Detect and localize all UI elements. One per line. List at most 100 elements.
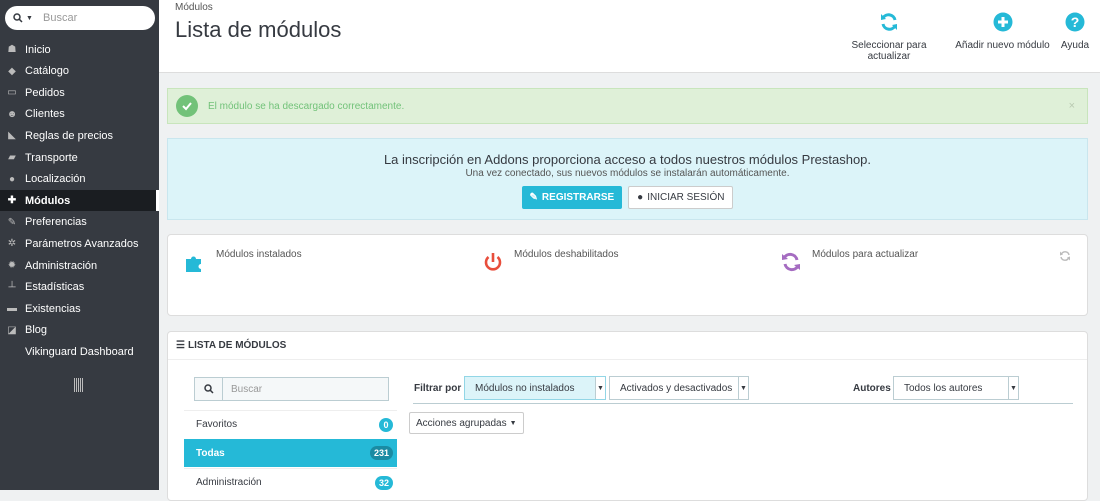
puzzle-icon: ✚ [7,195,17,207]
install-status-value: Módulos no instalados [475,382,575,394]
sidebar-item-estadisticas[interactable]: ┴ Estadísticas [0,277,159,298]
install-status-select[interactable]: Módulos no instalados ▼ [464,376,606,400]
enabled-status-select[interactable]: Activados y desactivados ▼ [609,376,749,400]
sidebar-item-label: Catálogo [25,65,70,78]
sidebar-item-localizacion[interactable]: ● Localización [0,169,159,190]
bulk-actions-button[interactable]: Acciones agrupadas ▼ [409,412,524,434]
sidebar: ▼ Buscar ☗ Inicio ◆ Catálogo ▭ Pedidos ☻ Client… [0,0,159,490]
sidebar-item-label: Estadísticas [25,281,85,294]
sidebar-search-input[interactable]: Buscar [39,12,77,24]
select-to-update-button[interactable]: Seleccionar para actualizar [830,12,948,62]
cog-icon: ✹ [7,260,17,271]
category-label: Administración [196,477,262,488]
modules-list-panel: ☰ LISTA DE MÓDULOS Buscar Favoritos 0 Toda… [167,331,1088,501]
truck-icon: ▰ [8,152,16,163]
category-label: Favoritos [196,419,238,430]
chevron-down-icon: ▼ [595,377,605,399]
add-new-module-label: Añadir nuevo módulo [955,40,1050,51]
refresh-icon [782,252,800,272]
sidebar-item-label: Vikinguard Dashboard [25,345,134,358]
list-icon: ☰ [176,340,185,351]
sidebar-item-pedidos[interactable]: ▭ Pedidos [0,82,159,103]
disabled-modules-label: Módulos deshabilitados [514,249,619,260]
sidebar-item-existencias[interactable]: ▬ Existencias [0,298,159,319]
disabled-modules-stat[interactable]: Módulos deshabilitados [482,249,619,273]
sidebar-item-reglas-de-precios[interactable]: ◣ Reglas de precios [0,125,159,146]
sidebar-search[interactable]: ▼ Buscar [5,6,155,30]
sidebar-item-label: Localización [25,173,86,186]
chevron-down-icon: ▼ [26,14,33,22]
filter-bar: Filtrar por Módulos no instalados ▼ Acti… [413,374,1073,404]
bar-chart-icon: ┴ [8,281,16,293]
category-item[interactable]: Administración 32 [184,468,397,496]
puzzle-icon [186,256,201,272]
module-stats: Módulos instalados Módulos deshabilitado… [167,234,1088,316]
users-icon: ☻ [6,108,18,120]
authors-value: Todos los autores [904,382,983,394]
help-label: Ayuda [1060,40,1090,51]
register-button[interactable]: ✎ REGISTRARSE [521,186,623,209]
installed-modules-label: Módulos instalados [216,249,302,260]
sidebar-item-transporte[interactable]: ▰ Transporte [0,147,159,168]
modules-to-update-stat[interactable]: Módulos para actualizar [780,249,918,273]
authors-label: Autores [853,383,891,394]
select-to-update-label: Seleccionar para actualizar [851,40,927,62]
caret-down-icon: ▼ [509,419,517,427]
category-search[interactable]: Buscar [194,377,389,401]
collapse-menu-icon[interactable] [74,378,84,392]
close-icon[interactable]: × [1069,100,1075,112]
category-search-input[interactable]: Buscar [223,384,262,395]
register-label: REGISTRARSE [541,192,615,203]
breadcrumb[interactable]: Módulos [175,2,213,13]
refresh-icon [881,13,897,31]
addons-banner: La inscripción en Addons proporciona acc… [167,138,1088,220]
add-new-module-button[interactable]: Añadir nuevo módulo [955,12,1050,51]
pencil-icon: ✎ [529,192,538,203]
category-label: Todas [196,447,225,459]
login-label: INICIAR SESIÓN [647,192,725,203]
category-count-badge: 231 [369,446,393,460]
sidebar-item-label: Transporte [25,151,78,164]
credit-card-icon: ▭ [7,87,17,99]
sidebar-item-label: Reglas de precios [25,129,114,142]
sidebar-item-label: Blog [25,324,48,337]
sidebar-item-administracion[interactable]: ✹ Administración [0,255,159,276]
tag-icon: ◣ [8,130,16,142]
panel-title: LISTA DE MÓDULOS [187,340,287,351]
chevron-down-icon: ▼ [738,377,748,399]
sidebar-item-label: Preferencias [25,216,87,229]
sidebar-item-vikinguard-dashboard[interactable]: Vikinguard Dashboard [0,341,159,362]
chevron-down-icon: ▼ [1008,377,1018,399]
refresh-stats-icon[interactable] [1059,250,1071,262]
sidebar-item-modulos[interactable]: ✚ Módulos [0,190,159,212]
help-button[interactable]: ? Ayuda [1059,12,1091,51]
search-icon[interactable] [195,378,223,400]
sidebar-item-blog[interactable]: ◪ Blog [0,320,159,341]
enabled-status-value: Activados y desactivados [620,382,733,394]
user-icon: ● [637,192,644,203]
svg-text:?: ? [1071,14,1080,30]
category-item[interactable]: Todas 231 [184,439,397,467]
success-alert: El módulo se ha descargado correctamente… [167,88,1088,124]
sidebar-item-label: Parámetros Avanzados [25,237,139,250]
sidebar-item-parametros-avanzados[interactable]: ✲ Parámetros Avanzados [0,233,159,254]
sidebar-item-clientes[interactable]: ☻ Clientes [0,104,159,125]
sidebar-item-label: Administración [25,259,98,272]
sidebar-item-inicio[interactable]: ☗ Inicio [0,39,159,60]
authors-select[interactable]: Todos los autores ▼ [893,376,1019,400]
sidebar-item-catalogo[interactable]: ◆ Catálogo [0,61,159,82]
sidebar-item-preferencias[interactable]: ✎ Preferencias [0,212,159,233]
catalog-icon: ◆ [8,65,16,77]
sidebar-item-label: Inicio [25,43,51,56]
bulk-actions-label: Acciones agrupadas [416,417,507,429]
wrench-icon: ✎ [7,216,17,228]
help-icon: ? [1065,12,1085,32]
addons-subline: Una vez conectado, sus nuevos módulos se… [465,168,790,179]
search-icon[interactable]: ▼ [5,13,39,23]
login-button[interactable]: ● INICIAR SESIÓN [628,186,734,209]
category-count-badge: 32 [374,475,393,490]
category-count-badge: 0 [379,417,393,432]
installed-modules-stat[interactable]: Módulos instalados [184,249,302,273]
category-item[interactable]: Favoritos 0 [184,410,397,438]
page-title: Lista de módulos [175,17,342,42]
